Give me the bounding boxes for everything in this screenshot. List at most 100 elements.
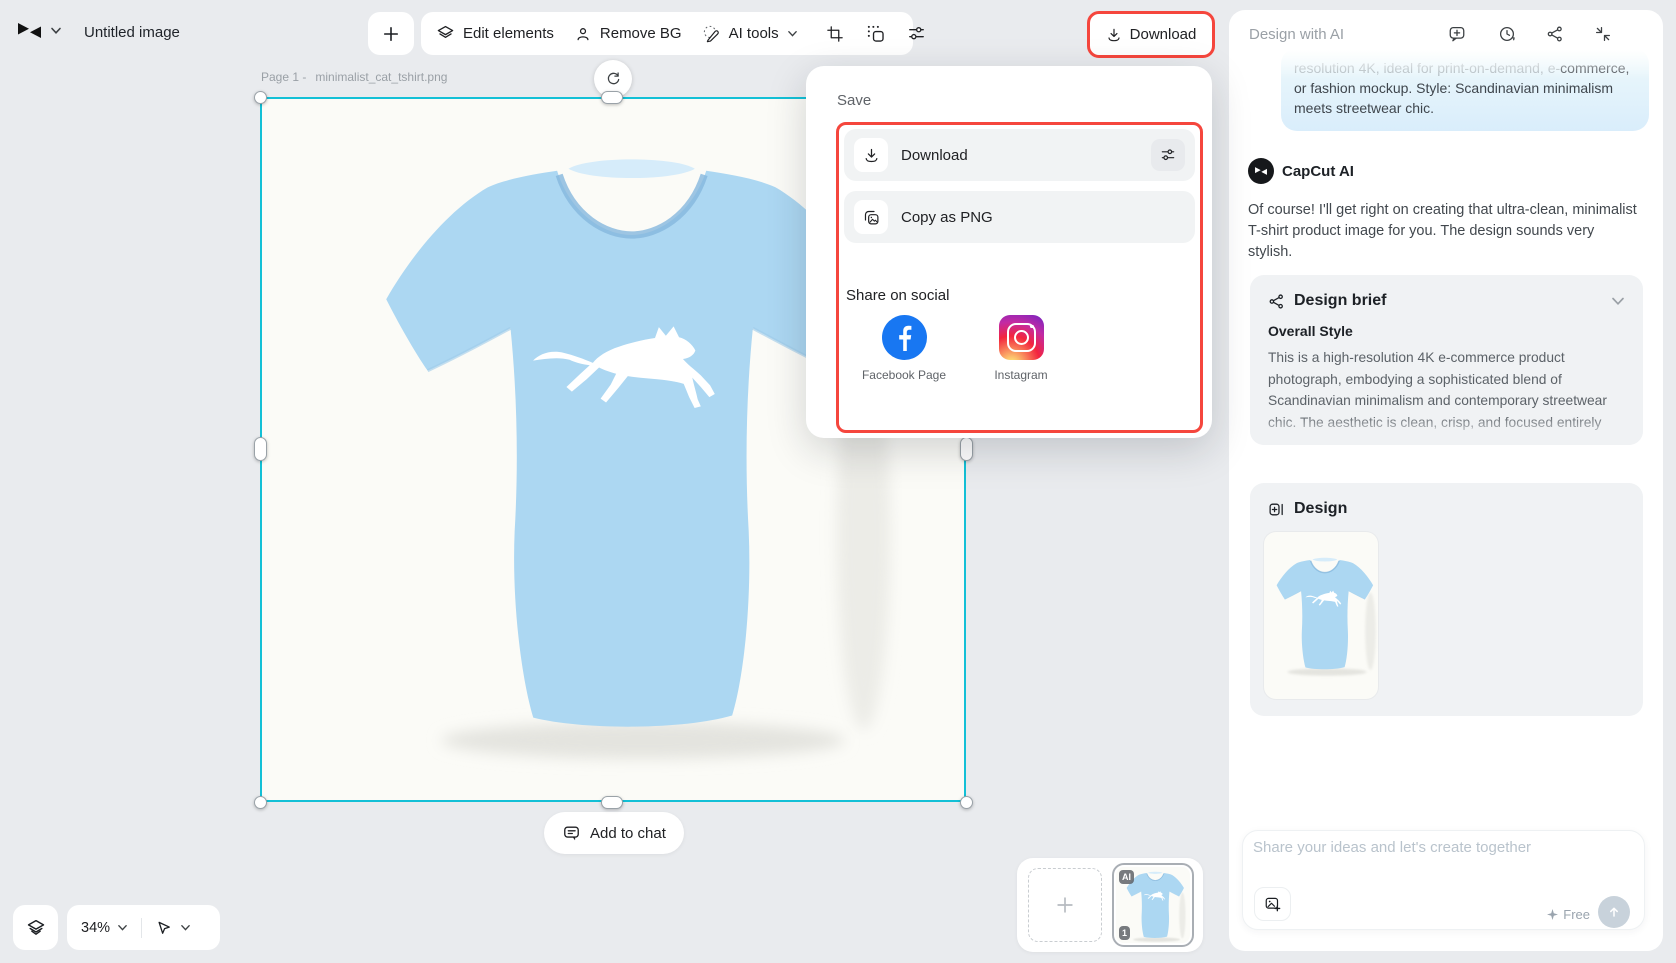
adjust-sliders-icon [907, 24, 926, 43]
save-popup: Save Download [806, 66, 1212, 438]
copy-image-iconbox [854, 200, 888, 234]
new-chat-icon[interactable] [1448, 25, 1466, 43]
image-plus-icon [1264, 895, 1282, 913]
sparkle-icon [1547, 909, 1558, 920]
share-on-social-label: Share on social [846, 287, 949, 304]
chevron-down-icon [787, 30, 798, 38]
save-popup-title: Save [837, 92, 871, 109]
brief-collapse-button[interactable] [1611, 297, 1625, 306]
ai-pen-icon [702, 24, 721, 43]
page-number-badge: 1 [1119, 926, 1130, 940]
design-card: Design [1250, 483, 1643, 716]
design-card-title: Design [1294, 500, 1347, 518]
brief-fade [1250, 415, 1643, 445]
download-highlight-box: Download [1087, 11, 1215, 58]
ai-badge: AI [1119, 870, 1134, 884]
ai-tools-button[interactable]: AI tools [702, 24, 798, 43]
handle-left-middle[interactable] [254, 437, 267, 461]
remove-bg-label: Remove BG [600, 25, 682, 42]
chevron-down-icon [50, 27, 62, 35]
chat-bubble-icon [562, 824, 581, 843]
edit-elements-button[interactable]: Edit elements [436, 24, 554, 43]
replace-button[interactable] [866, 24, 885, 43]
ai-tools-label: AI tools [729, 25, 779, 42]
download-button[interactable]: Download [1092, 16, 1210, 53]
layers-icon [436, 24, 455, 43]
attach-image-button[interactable] [1254, 887, 1291, 921]
page-number-label: Page 1 - [261, 70, 306, 84]
divider [141, 918, 142, 938]
instagram-icon [999, 315, 1044, 360]
user-message-faded: resolution 4K, ideal for print-on-demand… [1294, 60, 1560, 76]
history-clock-icon[interactable] [1498, 25, 1516, 43]
bot-identity-row: CapCut AI [1248, 158, 1354, 184]
copy-as-png-button[interactable]: Copy as PNG [844, 191, 1195, 243]
plus-icon [381, 24, 401, 44]
page-thumbnail-selected[interactable]: AI 1 [1112, 863, 1194, 947]
rotate-icon [605, 71, 622, 88]
design-brief-title: Design brief [1294, 292, 1386, 310]
adjust-button[interactable] [907, 24, 926, 43]
brief-subtitle: Overall Style [1268, 323, 1625, 339]
facebook-icon [882, 315, 927, 360]
edit-elements-label: Edit elements [463, 25, 554, 42]
handle-right-middle[interactable] [960, 437, 973, 461]
arrow-up-send-icon [1606, 904, 1622, 920]
adjust-sliders-icon [1160, 147, 1176, 163]
pointer-cursor-icon[interactable] [155, 919, 173, 937]
download-settings-button[interactable] [1151, 139, 1185, 171]
copy-image-icon [863, 209, 880, 226]
chevron-down-icon[interactable] [180, 924, 191, 932]
bot-name: CapCut AI [1282, 163, 1354, 180]
crop-button[interactable] [826, 25, 844, 43]
chevron-down-icon[interactable] [117, 924, 128, 932]
chat-input[interactable] [1253, 839, 1633, 881]
add-page-button[interactable] [1028, 868, 1102, 942]
popup-download-button[interactable]: Download [844, 129, 1195, 181]
zoom-level[interactable]: 34% [81, 920, 110, 936]
instagram-label: Instagram [994, 368, 1047, 383]
design-result-thumbnail[interactable] [1264, 532, 1378, 699]
handle-top-middle[interactable] [601, 91, 623, 104]
page-label: Page 1 - minimalist_cat_tshirt.png [261, 70, 447, 84]
send-button[interactable] [1598, 896, 1630, 928]
handle-top-left[interactable] [254, 91, 267, 104]
view-controls: 34% [67, 905, 220, 950]
app-window: Untitled image Edit elements Remove BG [0, 0, 1676, 963]
capcut-logo-button[interactable] [16, 19, 62, 42]
capcut-ai-avatar [1248, 158, 1274, 184]
popup-download-label: Download [901, 147, 968, 164]
collapse-icon[interactable] [1594, 25, 1612, 43]
handle-bottom-right[interactable] [960, 796, 973, 809]
layers-icon [26, 918, 46, 938]
add-to-chat-button[interactable]: Add to chat [544, 812, 684, 854]
capcut-logo-icon [1254, 165, 1268, 177]
free-plan-tag: Free [1547, 907, 1590, 922]
person-icon [574, 25, 592, 43]
editor-toolbar: Edit elements Remove BG AI tools [421, 12, 913, 55]
pages-bar: AI 1 [1017, 858, 1203, 952]
bot-message: Of course! I'll get right on creating th… [1248, 200, 1640, 263]
copy-as-png-label: Copy as PNG [901, 209, 993, 226]
handle-bottom-left[interactable] [254, 796, 267, 809]
instagram-share-button[interactable]: Instagram [975, 315, 1067, 383]
save-highlight-box: Download [836, 122, 1203, 433]
share-nodes-icon[interactable] [1546, 25, 1564, 43]
ai-panel-title: Design with AI [1249, 26, 1344, 43]
download-iconbox [854, 138, 888, 172]
replace-icon [866, 24, 885, 43]
tshirt-thumbnail [1264, 532, 1378, 699]
plus-icon [1054, 894, 1076, 916]
handle-bottom-middle[interactable] [601, 796, 623, 809]
brief-nodes-icon [1268, 293, 1285, 310]
add-element-button[interactable] [368, 12, 414, 55]
capcut-logo-icon [16, 19, 43, 42]
remove-bg-button[interactable]: Remove BG [574, 25, 682, 43]
download-icon [1106, 27, 1122, 43]
design-insert-icon [1268, 501, 1285, 518]
download-label: Download [1130, 26, 1197, 43]
document-title: Untitled image [84, 24, 180, 41]
layers-button[interactable] [13, 905, 58, 950]
facebook-label: Facebook Page [862, 368, 946, 383]
facebook-share-button[interactable]: Facebook Page [858, 315, 950, 383]
